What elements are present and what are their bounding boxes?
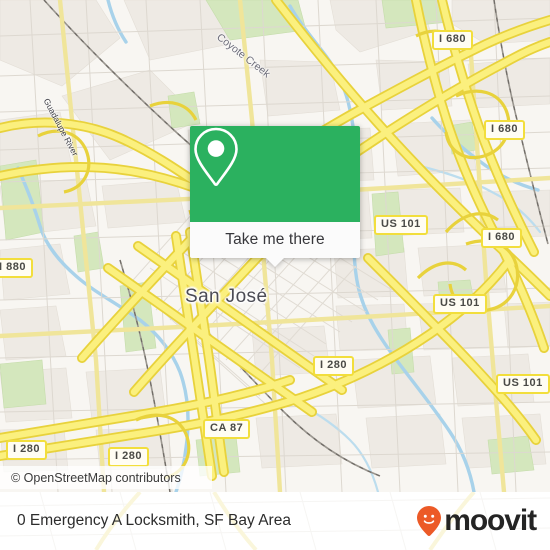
take-me-there-label: Take me there	[225, 231, 325, 248]
map-attribution[interactable]: © OpenStreetMap contributors	[0, 466, 212, 489]
map-pin-icon	[194, 127, 238, 187]
shield-ca87: CA 87	[203, 419, 251, 439]
callout-card-header	[190, 126, 360, 222]
city-label-san-jose: San José	[185, 286, 268, 307]
shield-i680-south: I 680	[481, 228, 522, 248]
shield-i680-mid: I 680	[484, 120, 525, 140]
shield-i880: I 880	[0, 258, 33, 278]
map-canvas[interactable]: I 680 I 680 US 101 I 680 I 880 US 101 I …	[0, 0, 550, 492]
footer-bar: 0 Emergency A Locksmith, SF Bay Area moo…	[0, 492, 550, 550]
place-callout-card[interactable]: Take me there	[190, 126, 360, 267]
shield-i680-north: I 680	[432, 30, 473, 50]
callout-pointer-tail	[265, 257, 285, 267]
take-me-there-button[interactable]: Take me there	[190, 222, 360, 267]
moovit-place-map-screenshot: I 680 I 680 US 101 I 680 I 880 US 101 I …	[0, 0, 550, 550]
shield-us101-se: US 101	[496, 374, 550, 394]
shield-us101-east: US 101	[433, 294, 487, 314]
shield-us101-mid: US 101	[374, 215, 428, 235]
shield-i280-west: I 280	[6, 440, 47, 460]
shield-i280-mid: I 280	[313, 356, 354, 376]
shield-i280-south: I 280	[108, 447, 149, 467]
moovit-pin-icon	[417, 506, 442, 536]
place-title: 0 Emergency A Locksmith, SF Bay Area	[17, 512, 291, 529]
moovit-wordmark: moovit	[444, 504, 537, 537]
attribution-text: © OpenStreetMap contributors	[11, 470, 181, 485]
moovit-logo[interactable]: moovit	[416, 504, 537, 537]
